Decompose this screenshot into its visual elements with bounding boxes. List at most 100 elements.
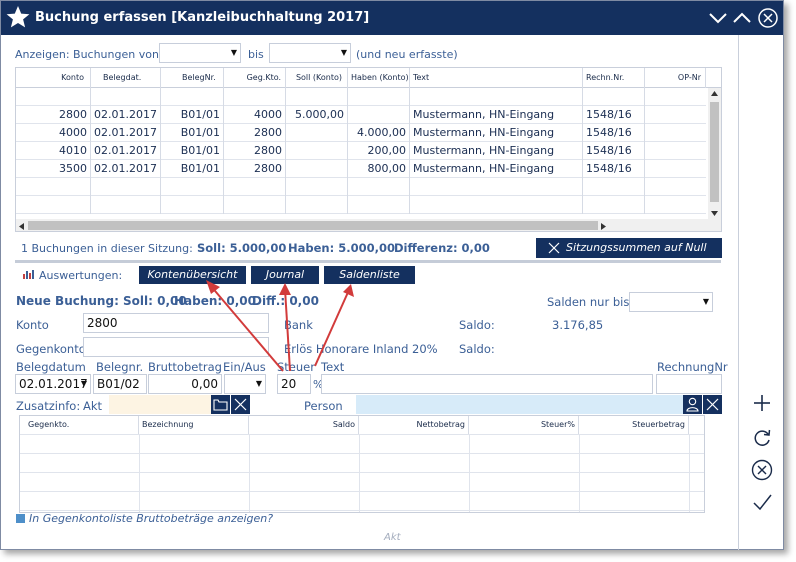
steuer-input[interactable]: 20 bbox=[277, 374, 311, 394]
table-cell bbox=[583, 88, 645, 106]
akt-input[interactable] bbox=[109, 395, 211, 414]
cell-belegdat: 02.01.2017 bbox=[91, 160, 161, 178]
table-row[interactable]: 2800 02.01.2017 B01/01 4000 5.000,00 Mus… bbox=[16, 106, 706, 124]
table-row[interactable]: 3500 02.01.2017 B01/01 2800 800,00 Muste… bbox=[16, 160, 706, 178]
table-cell bbox=[224, 196, 286, 214]
col-saldo[interactable]: Saldo bbox=[249, 416, 359, 434]
table-cell bbox=[410, 88, 583, 106]
bruttobetrag-input[interactable]: 0,00 bbox=[148, 374, 222, 394]
belegdatum-dropdown-icon[interactable]: ▼ bbox=[77, 375, 91, 393]
text-input[interactable] bbox=[321, 374, 653, 394]
horizontal-scrollbar[interactable] bbox=[16, 219, 721, 231]
kontenuebersicht-button[interactable]: Kontenübersicht bbox=[139, 266, 246, 284]
akt-clear-button[interactable] bbox=[231, 395, 250, 414]
check-icon[interactable] bbox=[750, 490, 774, 514]
table-row[interactable] bbox=[16, 88, 706, 106]
belegnr-input[interactable]: B01/02 bbox=[93, 374, 147, 394]
saldenliste-button[interactable]: Saldenliste bbox=[324, 266, 415, 284]
neue-buchung-diff: Diff.: 0,00 bbox=[252, 294, 319, 308]
table-row[interactable]: 4010 02.01.2017 B01/01 2800 200,00 Muste… bbox=[16, 142, 706, 160]
person-select-button[interactable] bbox=[683, 395, 702, 414]
steuer-label: Steuer bbox=[277, 360, 315, 374]
scroll-right-icon[interactable] bbox=[600, 222, 607, 231]
table-cell bbox=[348, 88, 410, 106]
table-cell bbox=[16, 196, 91, 214]
gegenkonto-input[interactable] bbox=[83, 337, 269, 357]
close-icon[interactable] bbox=[757, 7, 779, 29]
plus-icon[interactable] bbox=[750, 391, 774, 415]
konto-input[interactable]: 2800 bbox=[83, 313, 269, 333]
cell-gegkto: 2800 bbox=[224, 160, 286, 178]
table-cell bbox=[583, 178, 645, 196]
refresh-icon[interactable] bbox=[750, 426, 774, 450]
belegdatum-label: Belegdatum bbox=[16, 360, 86, 374]
konto-label: Konto bbox=[16, 318, 49, 332]
col-gegkto[interactable]: Geg.Kto. bbox=[224, 68, 286, 88]
cell-text: Mustermann, HN-Eingang bbox=[410, 106, 583, 124]
auswertungen-label: Auswertungen: bbox=[39, 269, 123, 282]
col-rechnnr[interactable]: Rechn.Nr. bbox=[583, 68, 645, 88]
bis-dropdown-icon[interactable]: ▼ bbox=[337, 44, 351, 62]
anzeigen-label: Anzeigen: Buchungen von bbox=[15, 48, 159, 61]
saldo-value: 3.176,85 bbox=[552, 318, 604, 332]
cell-konto: 4000 bbox=[16, 124, 91, 142]
vertical-scroll-thumb[interactable] bbox=[710, 102, 719, 202]
column-divider bbox=[249, 434, 250, 512]
col-text[interactable]: Text bbox=[410, 68, 583, 88]
table-row[interactable] bbox=[16, 178, 706, 196]
salden-dropdown-icon[interactable]: ▼ bbox=[699, 293, 713, 311]
minimize-icon[interactable] bbox=[707, 7, 729, 29]
col-bezeichnung[interactable]: Bezeichnung bbox=[139, 416, 249, 434]
table-cell bbox=[224, 178, 286, 196]
einaus-dropdown-icon[interactable]: ▼ bbox=[252, 375, 266, 393]
maximize-icon[interactable] bbox=[731, 7, 753, 29]
table-cell bbox=[91, 196, 161, 214]
table-cell bbox=[161, 178, 224, 196]
col-haben[interactable]: Haben (Konto) bbox=[348, 68, 410, 88]
brutto-checkbox[interactable] bbox=[16, 514, 25, 523]
col-belegdat[interactable]: Belegdat. bbox=[91, 68, 161, 88]
cell-rechnnr: 1548/16 bbox=[583, 142, 645, 160]
cell-soll bbox=[286, 142, 348, 160]
rechnungnr-input[interactable] bbox=[656, 374, 722, 394]
col-gegenkto[interactable]: Gegenkto. bbox=[20, 416, 139, 434]
person-input[interactable] bbox=[356, 395, 683, 414]
table-row[interactable]: 4000 02.01.2017 B01/01 2800 4.000,00 Mus… bbox=[16, 124, 706, 142]
folder-icon bbox=[213, 399, 228, 411]
akt-folder-button[interactable] bbox=[211, 395, 230, 414]
scroll-left-icon[interactable] bbox=[18, 222, 25, 231]
cell-text: Mustermann, HN-Eingang bbox=[410, 124, 583, 142]
von-dropdown-icon[interactable]: ▼ bbox=[227, 44, 241, 62]
brutto-checkbox-label[interactable]: In Gegenkontoliste Bruttobeträge anzeige… bbox=[29, 512, 273, 525]
col-konto[interactable]: Konto bbox=[16, 68, 91, 88]
bis-label: bis bbox=[248, 48, 264, 61]
konto-name: Bank bbox=[284, 318, 313, 332]
col-steuerbetrag[interactable]: Steuerbetrag bbox=[579, 416, 689, 434]
column-divider bbox=[139, 434, 140, 512]
horizontal-scroll-thumb[interactable] bbox=[28, 221, 598, 230]
scroll-down-icon[interactable] bbox=[710, 210, 719, 217]
gegenkonto-label: Gegenkonto bbox=[16, 342, 86, 356]
person-clear-button[interactable] bbox=[703, 395, 722, 414]
neue-buchung-haben: Haben: 0,00 bbox=[174, 294, 256, 308]
col-belegnr[interactable]: BelegNr. bbox=[161, 68, 224, 88]
einaus-label: Ein/Aus bbox=[223, 360, 266, 374]
cancel-icon[interactable] bbox=[750, 458, 774, 482]
sitzungssummen-reset-button[interactable]: Sitzungssummen auf Null bbox=[536, 238, 722, 258]
divider bbox=[15, 260, 721, 263]
cell-haben: 4.000,00 bbox=[348, 124, 410, 142]
titlebar: Buchung erfassen [Kanzleibuchhaltung 201… bbox=[1, 1, 783, 35]
journal-button[interactable]: Journal bbox=[251, 266, 319, 284]
table-header: Konto Belegdat. BelegNr. Geg.Kto. Soll (… bbox=[16, 68, 721, 88]
col-steuerprozent[interactable]: Steuer% bbox=[469, 416, 579, 434]
vertical-scrollbar[interactable] bbox=[708, 88, 721, 219]
table-row[interactable] bbox=[16, 196, 706, 214]
cell-text: Mustermann, HN-Eingang bbox=[410, 160, 583, 178]
table-cell bbox=[410, 196, 583, 214]
col-nettobetrag[interactable]: Nettobetrag bbox=[359, 416, 469, 434]
table-row bbox=[20, 472, 704, 473]
scroll-up-icon[interactable] bbox=[710, 90, 719, 97]
col-soll[interactable]: Soll (Konto) bbox=[286, 68, 348, 88]
col-opnr[interactable]: OP-Nr bbox=[645, 68, 706, 88]
cell-gegkto: 4000 bbox=[224, 106, 286, 124]
